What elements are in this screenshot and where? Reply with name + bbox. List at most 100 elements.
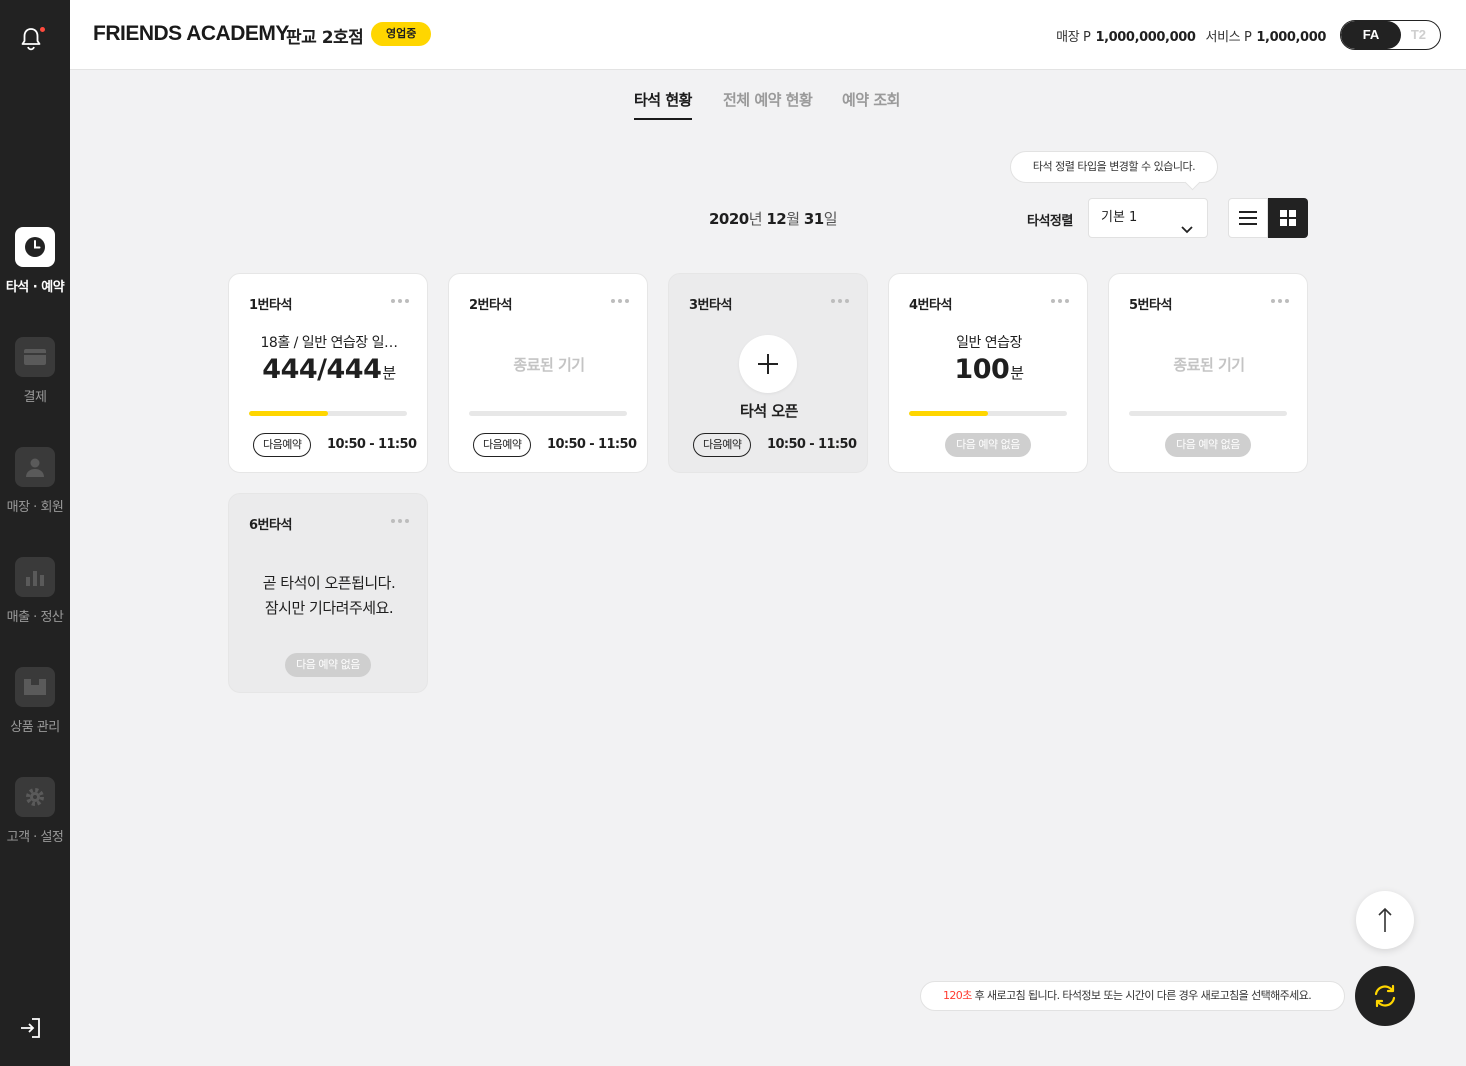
header: FRIENDS ACADEMY 판교 2호점 영업중 매장 P 1,000,000…: [70, 0, 1466, 70]
seat-card-1[interactable]: 1번타석 18홀 / 일반 연습장 일… 444/444분 다음예약 10:50…: [228, 273, 428, 473]
date-day: 31: [803, 210, 824, 228]
more-icon[interactable]: [831, 299, 849, 303]
refresh-icon: [1374, 984, 1396, 1008]
next-reservation-time: 10:50 - 11:50: [327, 437, 417, 452]
sort-tooltip: 타석 정렬 타입을 변경할 수 있습니다.: [1010, 151, 1218, 183]
seat-title: 4번타석: [909, 298, 952, 313]
more-icon[interactable]: [1051, 299, 1069, 303]
sidebar-item-settings[interactable]: 고객 · 설정: [0, 777, 70, 845]
seat-time-unit: 분: [1010, 364, 1024, 382]
sidebar-item-store-member[interactable]: 매장 · 회원: [0, 447, 70, 515]
next-reservation-tag[interactable]: 다음예약: [253, 433, 312, 457]
seat-course: 18홀 / 일반 연습장 일…: [260, 335, 399, 351]
tab-reservation-search[interactable]: 예약 조회: [842, 89, 900, 118]
service-point-value: 1,000,000: [1256, 30, 1326, 45]
date-year-unit: 년: [748, 210, 763, 228]
box-icon: [15, 667, 55, 707]
brand-name: FRIENDS ACADEMY: [93, 22, 289, 45]
seat-title: 3번타석: [689, 298, 732, 313]
seat-progress-bar: [469, 411, 627, 416]
next-reservation-tag[interactable]: 다음예약: [473, 433, 532, 457]
toggle-option-fa[interactable]: FA: [1341, 21, 1401, 49]
date-month: 12: [766, 210, 787, 228]
seat-card-4[interactable]: 4번타석 일반 연습장 100분 다음 예약 없음: [888, 273, 1088, 473]
more-icon[interactable]: [611, 299, 629, 303]
seat-progress-bar: [249, 411, 407, 416]
sidebar-item-label: 결제: [23, 390, 47, 405]
seat-time-value: 100: [954, 354, 1010, 385]
sidebar-item-label: 매출 · 정산: [6, 610, 64, 625]
seat-ended-text: 종료된 기기: [1173, 356, 1245, 374]
tab-seat-status[interactable]: 타석 현황: [634, 89, 692, 120]
seat-card-2[interactable]: 2번타석 종료된 기기 다음예약 10:50 - 11:50: [448, 273, 648, 473]
seat-card-3[interactable]: 3번타석 타석 오픈 다음예약 10:50 - 11:50: [668, 273, 868, 473]
sidebar-item-product[interactable]: 상품 관리: [0, 667, 70, 735]
sidebar: 타석 · 예약 결제 매장 · 회원 매출 · 정산 상품 관리 고객 · 설정: [0, 0, 70, 1066]
list-view-button[interactable]: [1228, 198, 1268, 238]
seat-title: 6번타석: [249, 518, 292, 533]
opening-soon-line-2: 잠시만 기다려주세요.: [264, 599, 394, 617]
plus-icon: [758, 354, 778, 374]
date-day-unit: 일: [823, 210, 838, 228]
more-icon[interactable]: [1271, 299, 1289, 303]
seat-title: 5번타석: [1129, 298, 1172, 313]
user-icon: [15, 447, 55, 487]
sidebar-item-label: 타석 · 예약: [5, 280, 65, 295]
seat-card-6[interactable]: 6번타석 곧 타석이 오픈됩니다. 잠시만 기다려주세요. 다음 예약 없음: [228, 493, 428, 693]
sidebar-item-label: 상품 관리: [10, 720, 60, 735]
no-next-reservation-badge: 다음 예약 없음: [945, 433, 1031, 457]
sort-label: 타석정렬: [1027, 214, 1073, 229]
no-next-reservation-badge: 다음 예약 없음: [1165, 433, 1251, 457]
no-next-reservation-badge: 다음 예약 없음: [285, 653, 371, 677]
grid-view-button[interactable]: [1268, 198, 1308, 238]
bell-icon[interactable]: [19, 26, 45, 52]
more-icon[interactable]: [391, 519, 409, 523]
seat-remaining-time: 100분: [889, 354, 1089, 385]
status-badge: 영업중: [371, 22, 432, 46]
logout-icon[interactable]: [19, 1016, 43, 1040]
seat-time-value: 444/444: [262, 354, 382, 385]
open-seat-button[interactable]: [739, 335, 797, 393]
seat-ended-text: 종료된 기기: [513, 356, 585, 374]
notification-dot: [40, 27, 45, 32]
refresh-seconds: 120초: [943, 989, 972, 1002]
more-icon[interactable]: [391, 299, 409, 303]
seat-time-unit: 분: [382, 364, 396, 382]
date-month-unit: 월: [786, 210, 800, 228]
tab-all-reservations[interactable]: 전체 예약 현황: [723, 89, 813, 118]
store-point-value: 1,000,000,000: [1095, 30, 1196, 45]
chart-icon: [15, 557, 55, 597]
sidebar-item-label: 고객 · 설정: [6, 830, 64, 845]
next-reservation-tag[interactable]: 다음예약: [693, 433, 752, 457]
clock-icon: [15, 227, 55, 267]
refresh-message: 후 새로고침 됩니다. 타석정보 또는 시간이 다른 경우 새로고침을 선택해주…: [971, 989, 1312, 1002]
gear-icon: [15, 777, 55, 817]
opening-soon-line-1: 곧 타석이 오픈됩니다.: [262, 574, 396, 592]
scroll-top-button[interactable]: [1356, 891, 1414, 949]
seat-opening-soon-message: 곧 타석이 오픈됩니다. 잠시만 기다려주세요.: [229, 571, 429, 621]
seat-card-5[interactable]: 5번타석 종료된 기기 다음 예약 없음: [1108, 273, 1308, 473]
seat-course: 일반 연습장: [956, 335, 1022, 351]
next-reservation-time: 10:50 - 11:50: [547, 437, 637, 452]
sidebar-item-sales-settlement[interactable]: 매출 · 정산: [0, 557, 70, 625]
next-reservation-time: 10:50 - 11:50: [767, 437, 857, 452]
seat-title: 2번타석: [469, 298, 512, 313]
list-icon: [1239, 211, 1257, 225]
brand-toggle[interactable]: FA T2: [1340, 20, 1441, 50]
points-summary: 매장 P 1,000,000,000 서비스 P 1,000,000: [1056, 26, 1326, 45]
refresh-notice: 120초 후 새로고침 됩니다. 타석정보 또는 시간이 다른 경우 새로고침을…: [920, 981, 1345, 1011]
open-seat-label: 타석 오픈: [740, 402, 798, 420]
store-point-label: 매장 P: [1056, 30, 1091, 45]
chevron-down-icon: [1181, 212, 1193, 250]
seat-progress-bar: [909, 411, 1067, 416]
service-point-label: 서비스 P: [1205, 30, 1252, 45]
refresh-button[interactable]: [1355, 966, 1415, 1026]
sort-select[interactable]: 기본 1: [1088, 198, 1208, 238]
seat-title: 1번타석: [249, 298, 292, 313]
grid-icon: [1280, 210, 1296, 226]
toggle-option-t2[interactable]: T2: [1411, 21, 1426, 49]
sidebar-item-payment[interactable]: 결제: [0, 337, 70, 405]
current-date: 2020년 12월 31일: [709, 208, 838, 229]
seat-progress-bar: [1129, 411, 1287, 416]
sidebar-item-seat-reservation[interactable]: 타석 · 예약: [0, 227, 70, 295]
